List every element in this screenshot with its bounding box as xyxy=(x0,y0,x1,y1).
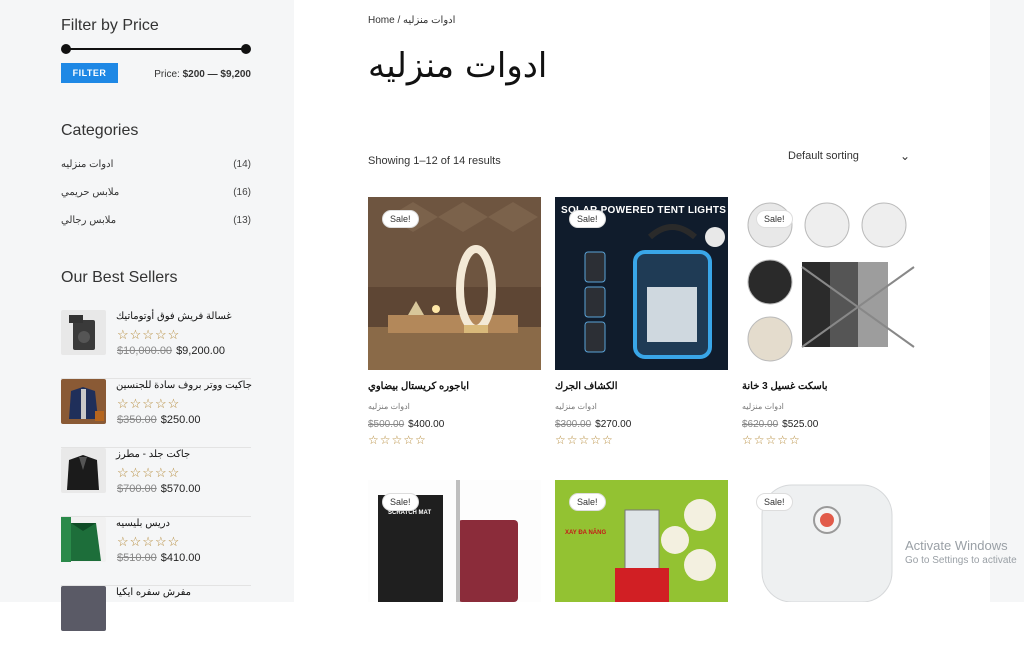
product-name[interactable]: باسكت غسيل 3 خانة xyxy=(742,381,828,392)
product-thumbnail[interactable] xyxy=(61,586,106,631)
rating-stars: ☆☆☆☆☆ xyxy=(117,396,181,411)
breadcrumb-home[interactable]: Home xyxy=(368,15,395,26)
sale-price: $9,200.00 xyxy=(176,345,225,357)
right-margin xyxy=(990,0,1024,602)
best-sellers-title: Our Best Sellers xyxy=(61,269,178,286)
price-slider[interactable] xyxy=(61,44,251,54)
best-seller-item[interactable]: غسالة فريش فوق أوتوماتيك ☆☆☆☆☆ $10,000.0… xyxy=(61,310,251,379)
product-category[interactable]: ادوات منزليه xyxy=(368,402,410,411)
sale-badge: Sale! xyxy=(569,210,606,228)
old-price: $620.00 xyxy=(742,419,779,430)
breadcrumb: Home / ادوات منزليه xyxy=(368,15,455,26)
sale-price: $570.00 xyxy=(160,483,201,495)
activate-windows-watermark: Activate Windows Go to Settings to activ… xyxy=(905,538,1017,566)
rating-stars: ☆☆☆☆☆ xyxy=(117,327,181,342)
product-image[interactable]: XAY ĐA NĂNG Sale! xyxy=(555,480,728,602)
product-name[interactable]: الكشاف الجرك xyxy=(555,381,618,392)
best-seller-title[interactable]: مفرش سفره ايكيا xyxy=(116,587,191,598)
price-range-value: $200 — $9,200 xyxy=(182,69,251,80)
page-title: ادوات منزليه xyxy=(368,46,548,86)
product-price: $500.00 $400.00 xyxy=(368,419,444,430)
price-slider-track xyxy=(65,48,247,50)
price: $700.00 $570.00 xyxy=(117,483,201,495)
best-seller-title[interactable]: دريس بليسيه xyxy=(116,518,170,529)
watermark-line-2: Go to Settings to activate xyxy=(905,555,1017,566)
old-price: $350.00 xyxy=(117,414,157,426)
category-count: (16) xyxy=(233,187,251,198)
sale-price: $250.00 xyxy=(160,414,201,426)
product-category[interactable]: ادوات منزليه xyxy=(555,402,597,411)
product-thumbnail[interactable] xyxy=(61,310,106,355)
price-range-label: Price: $200 — $9,200 xyxy=(154,69,251,80)
product-image[interactable]: Sale! xyxy=(742,480,915,602)
product-image[interactable]: Sale! xyxy=(368,197,541,370)
price-slider-min-handle[interactable] xyxy=(61,44,71,54)
chevron-down-icon[interactable]: ⌄ xyxy=(900,149,910,163)
sale-price: $410.00 xyxy=(160,552,201,564)
categories-title: Categories xyxy=(61,122,139,139)
old-price: $510.00 xyxy=(117,552,157,564)
sale-badge: Sale! xyxy=(756,210,793,228)
category-name[interactable]: ملابس حريمي xyxy=(61,187,119,198)
sale-badge: Sale! xyxy=(569,493,606,511)
watermark-line-1: Activate Windows xyxy=(905,538,1008,553)
sale-price: $525.00 xyxy=(782,419,819,430)
best-seller-title[interactable]: غسالة فريش فوق أوتوماتيك xyxy=(116,311,232,322)
product-image[interactable]: SCRATCH MAT Sale! xyxy=(368,480,541,602)
result-count: Showing 1–12 of 14 results xyxy=(368,155,501,167)
category-name[interactable]: ملابس رجالي xyxy=(61,215,116,226)
breadcrumb-separator: / xyxy=(394,15,404,26)
best-seller-item[interactable]: دريس بليسيه ☆☆☆☆☆ $510.00 $410.00 xyxy=(61,517,251,586)
product-image[interactable]: Sale! xyxy=(742,197,915,370)
sale-price: $270.00 xyxy=(595,419,632,430)
best-seller-item[interactable]: جاكت جلد - مطرز ☆☆☆☆☆ $700.00 $570.00 xyxy=(61,448,251,517)
price: $350.00 $250.00 xyxy=(117,414,201,426)
best-seller-title[interactable]: جاكت جلد - مطرز xyxy=(116,449,190,460)
sale-badge: Sale! xyxy=(382,210,419,228)
best-seller-title[interactable]: جاكيت ووتر بروف سادة للجنسين xyxy=(116,380,252,391)
product-thumbnail[interactable] xyxy=(61,379,106,424)
price-slider-max-handle[interactable] xyxy=(241,44,251,54)
product-name[interactable]: اباجوره كريستال بيضاوي xyxy=(368,381,469,392)
product-price: $300.00 $270.00 xyxy=(555,419,631,430)
old-price: $700.00 xyxy=(117,483,157,495)
sale-badge: Sale! xyxy=(382,493,419,511)
sale-badge: Sale! xyxy=(756,493,793,511)
image-caption: XAY ĐA NĂNG xyxy=(565,530,607,536)
product-thumbnail[interactable] xyxy=(61,517,106,562)
old-price: $500.00 xyxy=(368,419,405,430)
product-price: $620.00 $525.00 xyxy=(742,419,818,430)
sorting-select[interactable]: Default sorting ⌄ xyxy=(788,149,914,166)
filter-price-title: Filter by Price xyxy=(61,17,159,34)
old-price: $10,000.00 xyxy=(117,345,173,357)
sorting-label[interactable]: Default sorting xyxy=(788,150,859,162)
filter-button[interactable]: FILTER xyxy=(61,63,118,83)
price-prefix: Price: xyxy=(154,69,180,80)
rating-stars: ☆☆☆☆☆ xyxy=(555,433,614,447)
product-category[interactable]: ادوات منزليه xyxy=(742,402,784,411)
old-price: $300.00 xyxy=(555,419,592,430)
category-count: (14) xyxy=(233,159,251,170)
category-name[interactable]: ادوات منزليه xyxy=(61,159,113,170)
price: $10,000.00 $9,200.00 xyxy=(117,345,225,357)
price: $510.00 $410.00 xyxy=(117,552,201,564)
best-seller-item[interactable]: جاكيت ووتر بروف سادة للجنسين ☆☆☆☆☆ $350.… xyxy=(61,379,252,448)
rating-stars: ☆☆☆☆☆ xyxy=(117,465,181,480)
best-seller-item[interactable]: مفرش سفره ايكيا xyxy=(61,586,251,654)
rating-stars: ☆☆☆☆☆ xyxy=(117,534,181,549)
rating-stars: ☆☆☆☆☆ xyxy=(742,433,801,447)
breadcrumb-current: ادوات منزليه xyxy=(403,15,456,26)
sidebar: Filter by Price FILTER Price: $200 — $9,… xyxy=(0,0,294,631)
rating-stars: ☆☆☆☆☆ xyxy=(368,433,427,447)
product-thumbnail[interactable] xyxy=(61,448,106,493)
product-image[interactable]: SOLAR POWERED TENT LIGHTS Sale! xyxy=(555,197,728,370)
sale-price: $400.00 xyxy=(408,419,445,430)
category-count: (13) xyxy=(233,215,251,226)
